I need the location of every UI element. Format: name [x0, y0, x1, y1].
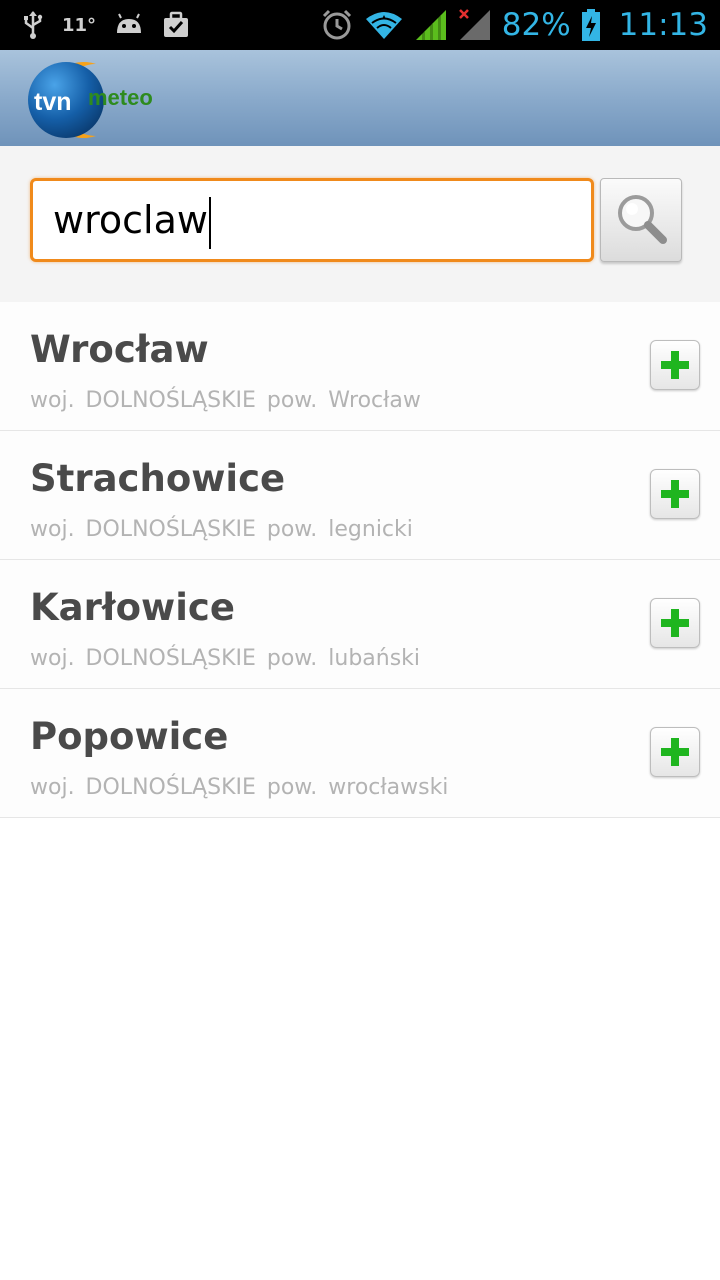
status-bar-right: 82% 11:13	[320, 0, 708, 50]
search-button[interactable]	[600, 178, 682, 262]
add-city-button[interactable]	[650, 340, 700, 390]
plus-icon	[661, 609, 689, 637]
battery-charging-icon	[581, 8, 601, 42]
usb-icon	[22, 10, 44, 40]
results-list: Wrocław woj. DOLNOŚLĄSKIE pow. Wrocław S…	[0, 302, 720, 818]
tvn-meteo-logo[interactable]: tvn meteo	[26, 56, 176, 142]
logo-text-tvn: tvn	[34, 88, 72, 116]
plus-icon	[661, 738, 689, 766]
signal-icon	[414, 8, 448, 42]
wifi-icon	[364, 9, 404, 41]
add-city-button[interactable]	[650, 598, 700, 648]
city-region: woj. DOLNOŚLĄSKIE pow. Wrocław	[30, 388, 421, 413]
magnifier-icon	[613, 190, 669, 251]
search-input-value: wroclaw	[53, 181, 211, 259]
add-city-button[interactable]	[650, 469, 700, 519]
plus-icon	[661, 480, 689, 508]
alarm-icon	[320, 8, 354, 42]
android-icon	[114, 13, 144, 37]
plus-icon	[661, 351, 689, 379]
clock: 11:13	[618, 7, 708, 43]
city-region: woj. DOLNOŚLĄSKIE pow. wrocławski	[30, 775, 449, 800]
city-name: Popowice	[30, 715, 229, 758]
status-bar-left: 11°	[22, 0, 190, 50]
temperature-indicator: 11°	[62, 14, 97, 36]
app-header: tvn meteo	[0, 50, 720, 147]
city-region: woj. DOLNOŚLĄSKIE pow. lubański	[30, 646, 421, 671]
list-item[interactable]: Karłowice woj. DOLNOŚLĄSKIE pow. lubańsk…	[0, 560, 720, 689]
status-bar: 11° 82% 11:13	[0, 0, 720, 50]
battery-percentage: 82%	[501, 7, 571, 43]
city-name: Strachowice	[30, 457, 286, 500]
city-name: Karłowice	[30, 586, 235, 629]
search-input[interactable]: wroclaw	[30, 178, 594, 262]
no-signal-icon	[458, 8, 492, 42]
city-region: woj. DOLNOŚLĄSKIE pow. legnicki	[30, 517, 413, 542]
list-item[interactable]: Popowice woj. DOLNOŚLĄSKIE pow. wrocławs…	[0, 689, 720, 818]
list-item[interactable]: Wrocław woj. DOLNOŚLĄSKIE pow. Wrocław	[0, 302, 720, 431]
list-item[interactable]: Strachowice woj. DOLNOŚLĄSKIE pow. legni…	[0, 431, 720, 560]
text-caret	[208, 196, 211, 249]
search-area: wroclaw	[0, 146, 720, 302]
logo-text-meteo: meteo	[88, 85, 153, 110]
city-name: Wrocław	[30, 328, 209, 371]
briefcase-icon	[162, 11, 190, 39]
add-city-button[interactable]	[650, 727, 700, 777]
